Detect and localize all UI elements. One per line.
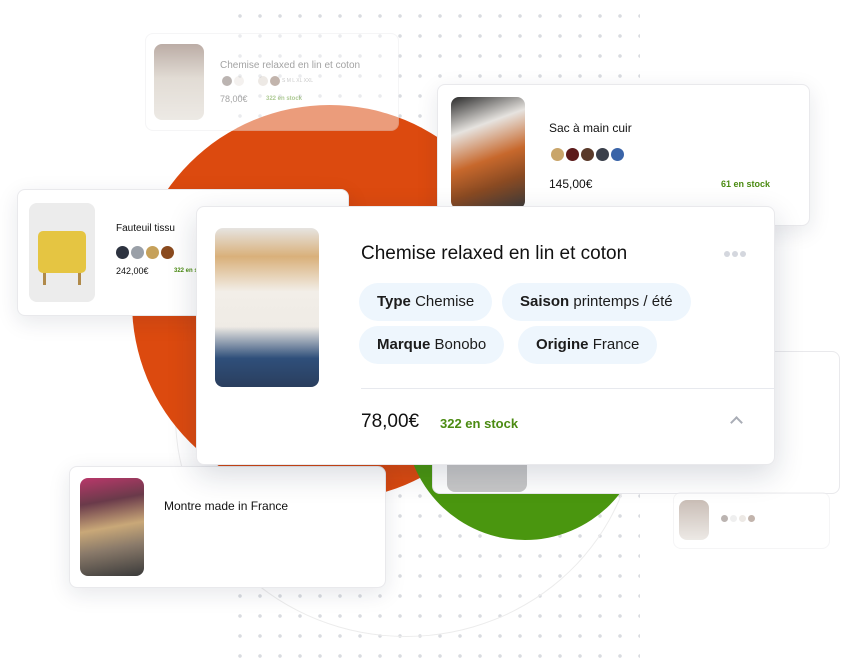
product-thumbnail [451, 97, 525, 209]
swatch-2[interactable] [566, 148, 579, 161]
attribute-value: France [592, 336, 640, 353]
stock-status: 322 en stock [266, 96, 303, 102]
attribute-value: Bonobo [434, 336, 487, 353]
product-price: 78,00€ [220, 94, 248, 104]
product-thumbnail [679, 500, 709, 540]
attribute-value: Chemise [415, 293, 475, 310]
size-list: S M L XL XXL [282, 78, 314, 84]
armchair-image [38, 231, 86, 273]
swatch-2[interactable] [131, 246, 144, 259]
attribute-key: Saison [520, 293, 570, 310]
swatch-4[interactable] [596, 148, 609, 161]
color-swatches [551, 148, 624, 161]
attribute-tag-marque: Marque Bonobo [359, 326, 505, 364]
attribute-tag-origine: Origine France [518, 326, 658, 364]
attribute-key: Type [377, 293, 411, 310]
more-dots-icon[interactable] [724, 251, 746, 257]
stock-status: 61 en stock [721, 179, 771, 189]
product-card-watch[interactable]: Montre made in France [69, 466, 386, 588]
product-price: 78,00€ [361, 411, 420, 432]
product-thumbnail [154, 44, 204, 120]
color-swatches [721, 515, 755, 522]
swatch-3[interactable] [581, 148, 594, 161]
attribute-value: printemps / été [573, 293, 673, 310]
attribute-key: Marque [377, 336, 431, 353]
product-card-faded-shirt[interactable]: Chemise relaxed en lin et coton S M L XL… [145, 33, 399, 131]
chevron-up-icon[interactable] [730, 416, 743, 429]
product-title: Sac à main cuir [549, 121, 632, 135]
product-image [215, 228, 319, 387]
swatch-1[interactable] [551, 148, 564, 161]
swatch-5[interactable] [611, 148, 624, 161]
swatch-4[interactable] [161, 246, 174, 259]
product-title: Montre made in France [164, 499, 289, 513]
stock-status: 322 en s [174, 268, 198, 274]
color-swatches [116, 246, 174, 259]
stock-status: 322 en stock [440, 416, 519, 431]
product-card-bag[interactable]: Sac à main cuir 145,00€ 61 en stock [437, 84, 810, 226]
product-card-main[interactable]: Chemise relaxed en lin et coton Type Che… [196, 206, 775, 465]
color-swatches [222, 76, 280, 86]
product-title: Chemise relaxed en lin et coton [361, 243, 628, 264]
swatch-1[interactable] [116, 246, 129, 259]
attribute-key: Origine [536, 336, 589, 353]
product-title: Fauteuil tissu [116, 223, 175, 234]
card-divider [361, 388, 774, 389]
product-thumbnail [29, 203, 95, 302]
product-card-faded-small [673, 492, 830, 549]
product-thumbnail [80, 478, 144, 576]
product-price: 242,00€ [116, 266, 149, 276]
product-title: Chemise relaxed en lin et coton [220, 60, 361, 71]
attribute-tag-saison: Saison printemps / été [502, 283, 691, 321]
attribute-tag-type: Type Chemise [359, 283, 493, 321]
swatch-3[interactable] [146, 246, 159, 259]
product-price: 145,00€ [549, 177, 593, 191]
